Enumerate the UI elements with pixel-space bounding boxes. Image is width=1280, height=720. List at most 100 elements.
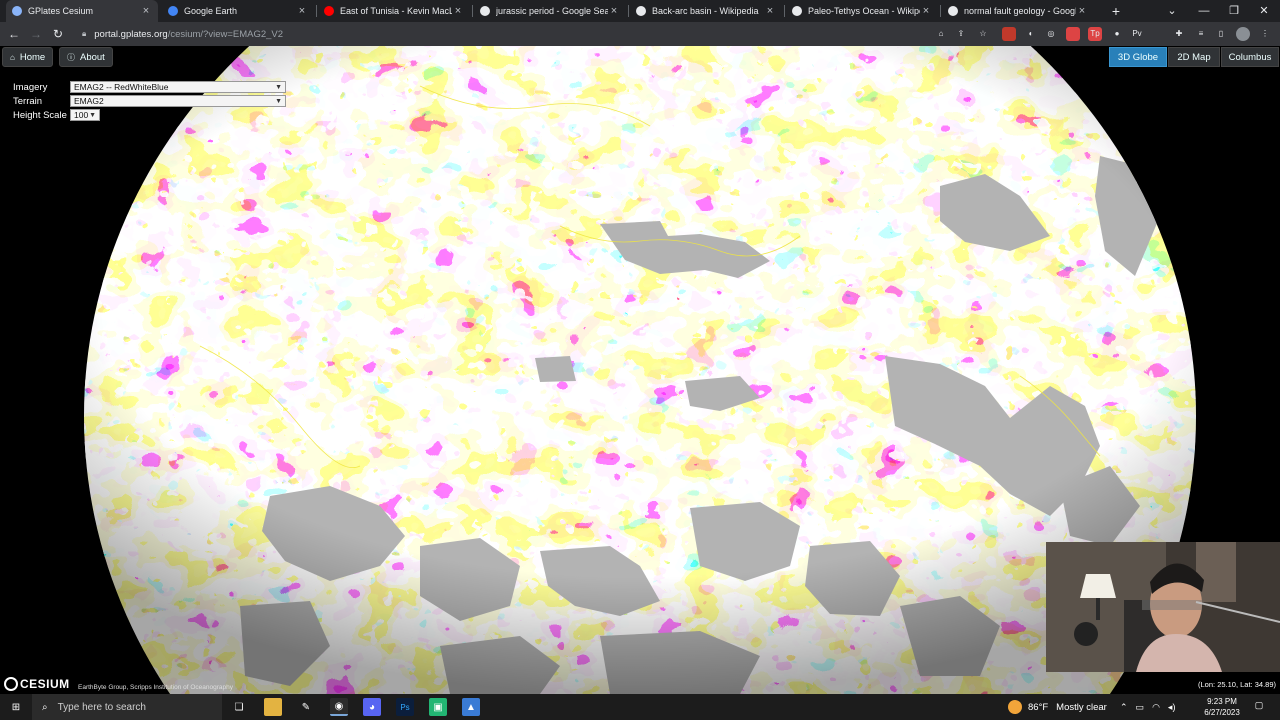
- tab-separator: [472, 5, 473, 17]
- cesium-logo[interactable]: CESIUM: [4, 676, 70, 692]
- tab-separator: [628, 5, 629, 17]
- extension-icon[interactable]: ◎: [1044, 27, 1058, 41]
- browser-tab[interactable]: jurassic period - Google Search×: [474, 0, 626, 22]
- extension-red-icon[interactable]: [1002, 27, 1016, 41]
- url-host: portal.gplates.org: [94, 28, 168, 40]
- tab-title: Paleo-Tethys Ocean - Wikipedia: [808, 6, 920, 16]
- windows-start-icon[interactable]: ⊞: [7, 698, 25, 716]
- mode-columbus[interactable]: Columbus: [1221, 47, 1279, 67]
- weather-moon-icon: [1008, 700, 1022, 714]
- cursor-coordinates: (Lon: 25.10, Lat: 34.89): [1198, 680, 1276, 689]
- forward-icon[interactable]: →: [28, 26, 44, 42]
- back-icon[interactable]: ←: [6, 26, 22, 42]
- volume-icon[interactable]: ◂): [1168, 702, 1176, 713]
- photos-icon[interactable]: ▲: [462, 698, 480, 716]
- height-scale-select[interactable]: 100 ▼: [70, 109, 100, 121]
- new-tab-button[interactable]: +: [1108, 2, 1124, 20]
- browser-toolbar: ← → ↻ 🔒︎ portal.gplates.org/cesium/?view…: [0, 22, 1280, 46]
- close-tab-icon[interactable]: ×: [764, 5, 776, 17]
- close-tab-icon[interactable]: ×: [608, 5, 620, 17]
- address-bar[interactable]: 🔒︎ portal.gplates.org/cesium/?view=EMAG2…: [76, 25, 996, 43]
- browser-tab[interactable]: Google Earth ×: [162, 0, 314, 22]
- reload-icon[interactable]: ↻: [50, 26, 66, 42]
- notification-icon[interactable]: ▢: [1252, 700, 1266, 714]
- imagery-select[interactable]: EMAG2 -- RedWhiteBlue ▼: [70, 81, 286, 93]
- bookmark-star-icon[interactable]: ☆: [976, 27, 990, 41]
- weather-widget[interactable]: 86°F Mostly clear: [1008, 694, 1107, 720]
- profile-avatar[interactable]: [1236, 27, 1250, 41]
- wikipedia-icon: [792, 6, 802, 16]
- media-control-icon[interactable]: ≡: [1194, 27, 1208, 41]
- task-view-icon[interactable]: ❏: [230, 698, 248, 716]
- tab-title: GPlates Cesium: [28, 6, 94, 16]
- youtube-icon: [324, 6, 334, 16]
- tab-search-icon[interactable]: ⌄: [1158, 2, 1186, 20]
- tab-title: Back-arc basin - Wikipedia: [652, 6, 759, 16]
- extension-icon[interactable]: ●: [1110, 27, 1124, 41]
- close-tab-icon[interactable]: ×: [140, 5, 152, 17]
- taskbar-search[interactable]: ⌕ Type here to search: [32, 694, 222, 720]
- file-explorer-icon[interactable]: [264, 698, 282, 716]
- side-panel-icon[interactable]: ▯: [1214, 27, 1228, 41]
- browser-tab[interactable]: Paleo-Tethys Ocean - Wikipedia×: [786, 0, 938, 22]
- extensions-puzzle-icon[interactable]: ✚: [1172, 27, 1186, 41]
- search-placeholder: Type here to search: [57, 701, 146, 713]
- terrain-select[interactable]: EMAG2 ▼: [70, 95, 286, 107]
- chevron-down-icon: ▼: [275, 97, 282, 105]
- discord-icon[interactable]: ◕: [363, 698, 381, 716]
- network-icon[interactable]: ▭: [1136, 702, 1145, 713]
- extension-icon[interactable]: [1066, 27, 1080, 41]
- terrain-value: EMAG2: [74, 96, 104, 106]
- app-icon[interactable]: ✎: [297, 698, 315, 716]
- webcam-overlay: [1046, 542, 1280, 672]
- close-tab-icon[interactable]: ×: [452, 5, 464, 17]
- imagery-label: Imagery: [13, 81, 48, 93]
- mode-3d-globe[interactable]: 3D Globe: [1109, 47, 1167, 67]
- browser-tab[interactable]: Back-arc basin - Wikipedia ×: [630, 0, 782, 22]
- browser-tab[interactable]: normal fault geology - Google S×: [942, 0, 1094, 22]
- home-icon: ⌂: [10, 52, 15, 62]
- close-tab-icon[interactable]: ×: [1076, 5, 1088, 17]
- google-icon: [948, 6, 958, 16]
- tab-title: East of Tunisia - Kevin MacLeod: [340, 6, 452, 16]
- taskbar-clock[interactable]: 9:23 PM 6/27/2023: [1196, 696, 1248, 718]
- system-tray: ⌃ ▭ ◠ ◂): [1120, 694, 1183, 720]
- mode-2d-map[interactable]: 2D Map: [1168, 47, 1220, 67]
- close-tab-icon[interactable]: ×: [920, 5, 932, 17]
- tab-separator: [316, 5, 317, 17]
- share-icon[interactable]: ⇪: [954, 27, 968, 41]
- cesium-logo-text: CESIUM: [20, 677, 70, 691]
- clock-time: 9:23 PM: [1207, 697, 1237, 706]
- home-button[interactable]: ⌂ Home: [2, 47, 54, 67]
- info-icon: ⓘ: [67, 52, 75, 62]
- chrome-icon[interactable]: ◉: [330, 698, 348, 716]
- chevron-down-icon: ▼: [275, 83, 282, 91]
- photoshop-icon[interactable]: Ps: [396, 698, 414, 716]
- height-scale-value: 100: [74, 110, 89, 120]
- browser-tab[interactable]: GPlates Cesium ×: [6, 0, 158, 22]
- minimize-icon[interactable]: —: [1190, 2, 1218, 20]
- wifi-icon[interactable]: ◠: [1152, 702, 1160, 713]
- extension-icon[interactable]: Tp: [1088, 27, 1102, 41]
- google-icon: [480, 6, 490, 16]
- about-label: About: [80, 51, 105, 63]
- app-icon[interactable]: ▣: [429, 698, 447, 716]
- close-window-icon[interactable]: ✕: [1250, 2, 1278, 20]
- extension-icon[interactable]: ◐: [1024, 27, 1038, 41]
- height-scale-label: Height Scale: [13, 109, 67, 121]
- chevron-down-icon: ▼: [89, 111, 96, 119]
- about-button[interactable]: ⓘ About: [59, 47, 113, 67]
- url-path: /cesium/?view=EMAG2_V2: [167, 28, 284, 40]
- close-tab-icon[interactable]: ×: [296, 5, 308, 17]
- chevron-up-icon[interactable]: ⌃: [1120, 702, 1128, 713]
- windows-taskbar: ⊞ ⌕ Type here to search ❏ ✎ ◉ ◕ Ps ▣ ▲ 8…: [0, 694, 1280, 720]
- search-icon: ⌕: [42, 701, 48, 713]
- restore-icon[interactable]: ❐: [1220, 2, 1248, 20]
- browser-tab[interactable]: East of Tunisia - Kevin MacLeod×: [318, 0, 470, 22]
- extension-icon[interactable]: Pv: [1130, 27, 1144, 41]
- webcam-image: [1046, 542, 1280, 672]
- google-earth-icon: [168, 6, 178, 16]
- tab-title: Google Earth: [184, 6, 238, 16]
- install-app-icon[interactable]: ⌂: [934, 27, 948, 41]
- menu-kebab-icon[interactable]: ⋮: [1258, 27, 1272, 41]
